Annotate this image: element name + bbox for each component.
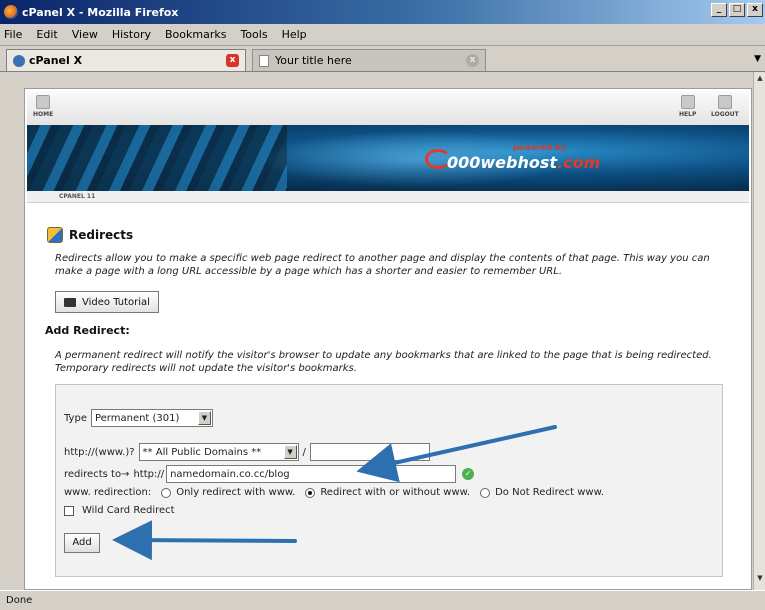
scroll-down-icon[interactable]: ▼ [755,574,765,584]
menu-file[interactable]: File [4,28,22,41]
cpanel-page: HOME HELP LOGOUT powered by 000webhost.c… [24,88,752,590]
add-button[interactable]: Add [64,533,100,553]
nav-home-label: HOME [33,111,54,118]
video-tutorial-button[interactable]: Video Tutorial [55,291,159,313]
scroll-up-icon[interactable]: ▲ [755,74,765,84]
url-prefix-label: http://(www.)? [64,446,135,458]
status-text: Done [6,595,33,606]
menu-tools[interactable]: Tools [240,28,267,41]
tab-label: Your title here [275,54,352,67]
menu-help[interactable]: Help [282,28,307,41]
tab-close-icon[interactable]: x [466,54,479,67]
http-prefix-label: http:// [133,468,165,480]
nav-logout[interactable]: LOGOUT [711,95,739,118]
www-redirection-label: www. redirection: [64,487,152,498]
menu-bookmarks[interactable]: Bookmarks [165,28,226,41]
redirect-type-select[interactable]: Permanent (301) ▼ [90,409,213,427]
title-bar: cPanel X - Mozilla Firefox _ □ x [0,0,765,24]
page-title-text: Redirects [69,228,134,242]
network-cables-image [27,125,287,191]
domain-select-value: ** All Public Domains ** [142,446,262,458]
firefox-window: cPanel X - Mozilla Firefox _ □ x File Ed… [0,0,765,610]
brand-logo: 000webhost.com [447,153,600,172]
content-area: HOME HELP LOGOUT powered by 000webhost.c… [0,72,765,590]
tab-your-title[interactable]: Your title here x [252,49,486,71]
check-icon: ✓ [462,468,475,480]
wildcard-row: Wild Card Redirect [64,505,175,516]
minimize-button[interactable]: _ [711,3,727,17]
cpanel-nav: HOME HELP LOGOUT [27,91,749,125]
add-redirect-heading: Add Redirect: [45,324,130,337]
radio-with-or-without-www[interactable] [305,487,316,498]
camera-icon [64,297,76,307]
firefox-icon [4,5,18,19]
type-row: Type Permanent (301) ▼ [64,409,213,427]
radio-only-www[interactable] [161,487,172,498]
redirects-description: Redirects allow you to make a specific w… [55,253,710,277]
brand-name: 000webhost [447,153,558,172]
radio-with-or-without-www-label[interactable]: Redirect with or without www. [320,487,470,498]
cpanel-favicon-icon [13,54,25,67]
source-url-row: http://(www.)? ** All Public Domains ** … [64,443,430,461]
radio-only-www-label[interactable]: Only redirect with www. [176,487,295,498]
tab-close-icon[interactable]: x [226,54,239,67]
menu-edit[interactable]: Edit [36,28,57,41]
redirects-icon [47,227,63,243]
nav-help[interactable]: HELP [679,95,696,118]
tab-list-chevron-icon[interactable]: ▼ [754,54,761,64]
tab-label: cPanel X [29,54,83,67]
add-redirect-description: A permanent redirect will notify the vis… [55,350,712,374]
breadcrumb: CPANEL 11 [27,191,749,203]
close-button[interactable]: x [747,3,763,17]
wildcard-checkbox[interactable] [64,505,74,516]
source-path-input[interactable] [309,443,430,461]
type-label: Type [64,412,87,424]
maximize-button[interactable]: □ [729,3,745,17]
page-icon [259,54,269,67]
brand-tld: .com [557,153,601,172]
path-separator: / [302,446,306,458]
breadcrumb-item[interactable]: CPANEL 11 [59,193,95,200]
tab-bar: cPanel X x Your title here x ▼ [0,46,765,72]
redirects-to-label: redirects to→ [64,468,130,480]
add-redirect-form: Type Permanent (301) ▼ http://(www.)? **… [55,384,723,577]
www-redirection-row: www. redirection: Only redirect with www… [64,487,604,498]
logout-icon [717,95,732,109]
nav-help-label: HELP [679,111,697,118]
home-icon [36,95,51,109]
vertical-scrollbar[interactable]: ▲ ▼ [753,72,765,590]
tab-cpanel[interactable]: cPanel X x [6,49,246,71]
chevron-down-icon[interactable]: ▼ [283,445,297,459]
status-bar: Done [0,590,765,610]
chevron-down-icon[interactable]: ▼ [197,411,211,425]
domain-select[interactable]: ** All Public Domains ** ▼ [138,443,299,461]
nav-home[interactable]: HOME [33,95,53,118]
menu-view[interactable]: View [72,28,98,41]
radio-no-www-label[interactable]: Do Not Redirect www. [495,487,604,498]
help-icon [680,95,695,109]
radio-no-www[interactable] [480,487,491,498]
page-title: Redirects [47,227,133,243]
video-tutorial-label: Video Tutorial [82,296,150,308]
redirect-target-input[interactable]: namedomain.co.cc/blog [166,465,457,483]
nav-logout-label: LOGOUT [711,111,739,118]
menu-history[interactable]: History [112,28,151,41]
redirect-type-value: Permanent (301) [94,412,180,424]
wildcard-label[interactable]: Wild Card Redirect [82,505,175,516]
menu-bar: File Edit View History Bookmarks Tools H… [0,24,765,46]
window-title: cPanel X - Mozilla Firefox [22,5,179,19]
target-url-row: redirects to→ http:// namedomain.co.cc/b… [64,465,475,483]
host-banner: powered by 000webhost.com [27,125,749,191]
powered-by-text: powered by [513,143,566,152]
